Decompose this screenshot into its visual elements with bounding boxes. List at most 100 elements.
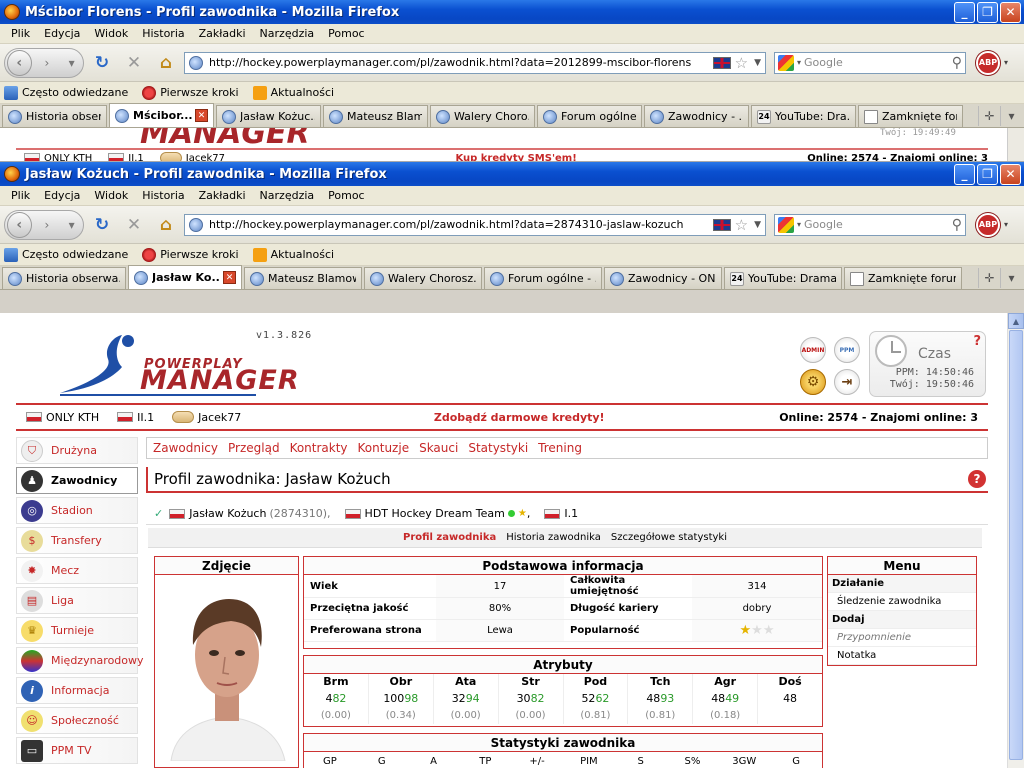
close-button[interactable]: ✕ xyxy=(1000,163,1021,185)
admin-icon[interactable]: ADMIN xyxy=(800,337,826,363)
free-credits-link[interactable]: Zdobądź darmowe kredyty! xyxy=(259,411,779,424)
window-titlebar[interactable]: Jasław Kożuch - Profil zawodnika - Mozil… xyxy=(0,162,1024,186)
url-bar[interactable]: http://hockey.powerplaymanager.com/pl/za… xyxy=(184,213,766,236)
minimize-button[interactable]: _ xyxy=(954,1,975,23)
bg-url-text[interactable]: http://hockey.powerplaymanager.com/pl/za… xyxy=(209,56,709,69)
player-team-link[interactable]: HDT Hockey Dream Team xyxy=(365,507,505,520)
tab[interactable]: Historia obserwa... xyxy=(2,267,126,289)
url-dropdown-icon[interactable]: ▼ xyxy=(754,58,761,68)
sidebar-item-zawodnicy[interactable]: ♟ Zawodnicy xyxy=(16,467,138,494)
adblock-dropdown-icon[interactable]: ▾ xyxy=(1004,58,1008,67)
bg-tab[interactable]: 24 YouTube: Dra... xyxy=(751,105,856,127)
forward-arrow-icon[interactable]: › xyxy=(38,53,57,73)
scroll-thumb[interactable] xyxy=(1009,330,1023,760)
sidebar-item-mecz[interactable]: ✸ Mecz xyxy=(16,557,138,584)
sidebar-item-ppm-tv[interactable]: ▭ PPM TV xyxy=(16,737,138,764)
search-placeholder[interactable]: Google xyxy=(804,56,952,69)
stop-icon[interactable]: ✕ xyxy=(120,49,148,77)
help-icon[interactable]: ? xyxy=(968,470,986,488)
menu-item[interactable]: Zakładki xyxy=(192,27,253,40)
bookmark-item[interactable]: Często odwiedzane xyxy=(4,85,128,100)
player-league-link[interactable]: I.1 xyxy=(564,507,578,520)
sidebar-item-miedzynarodowy[interactable]: Międzynarodowy xyxy=(16,647,144,674)
tab[interactable]: Mateusz Blamow... xyxy=(244,267,362,289)
bookmark-item[interactable]: Pierwsze kroki xyxy=(142,85,239,100)
url-dropdown-icon[interactable]: ▼ xyxy=(754,220,761,230)
bookmark-star-icon[interactable]: ☆ xyxy=(735,54,748,72)
bg-tab[interactable]: Walery Choro... xyxy=(430,105,535,127)
minimize-button[interactable]: _ xyxy=(954,163,975,185)
new-tab-icon[interactable]: ✛ xyxy=(978,106,1000,126)
sidebar-item-stadion[interactable]: ◎ Stadion xyxy=(16,497,138,524)
bg-url-bar[interactable]: http://hockey.powerplaymanager.com/pl/za… xyxy=(184,51,766,74)
tab[interactable]: Zawodnicy - ON... xyxy=(604,267,722,289)
tab-historia-zawodnika[interactable]: Historia zawodnika xyxy=(506,532,601,543)
bookmark-star-icon[interactable]: ☆ xyxy=(735,216,748,234)
logout-door-icon[interactable]: ⇥ xyxy=(834,369,860,395)
forward-arrow-icon[interactable]: › xyxy=(38,215,57,235)
subnav-skauci[interactable]: Skauci xyxy=(419,441,458,455)
sidebar-item-spolecznosc[interactable]: ☺ Społeczność xyxy=(16,707,138,734)
menu-item[interactable]: Historia xyxy=(135,27,191,40)
help-icon[interactable]: ? xyxy=(973,334,981,349)
menu-link-sledzenie[interactable]: Śledzenie zawodnika xyxy=(828,593,976,611)
bg-tab-active[interactable]: Mścibor... ✕ xyxy=(109,103,214,127)
subnav-trening[interactable]: Trening xyxy=(538,441,582,455)
menu-item-widok[interactable]: Widok xyxy=(87,189,135,202)
adblock-dropdown-icon[interactable]: ▾ xyxy=(1004,220,1008,229)
gear-icon[interactable]: ⚙ xyxy=(800,369,826,395)
menu-item[interactable]: Widok xyxy=(87,27,135,40)
sidebar-item-transfery[interactable]: $ Transfery xyxy=(16,527,138,554)
tab-close-icon[interactable]: ✕ xyxy=(223,271,236,284)
bg-window-titlebar[interactable]: Mścibor Florens - Profil zawodnika - Moz… xyxy=(0,0,1024,24)
menu-item[interactable]: Pomoc xyxy=(321,27,371,40)
search-icon[interactable]: ⚲ xyxy=(952,55,962,71)
menu-item-zakladki[interactable]: Zakładki xyxy=(192,189,253,202)
bg-tab[interactable]: Jasław Kożuc... xyxy=(216,105,321,127)
bg-tab[interactable]: Historia obser... xyxy=(2,105,107,127)
bookmark-aktualnosci[interactable]: Aktualności xyxy=(252,247,334,262)
tab[interactable]: Zamknięte forum... xyxy=(844,267,962,289)
maximize-button[interactable]: ❐ xyxy=(977,163,998,185)
tab-profil-zawodnika[interactable]: Profil zawodnika xyxy=(403,532,496,543)
menu-item[interactable]: Edycja xyxy=(37,27,87,40)
maximize-button[interactable]: ❐ xyxy=(977,1,998,23)
bookmark-czesto-odwiedzane[interactable]: Często odwiedzane xyxy=(4,247,128,262)
menu-link-notatka[interactable]: Notatka xyxy=(828,647,976,665)
adblock-icon[interactable]: ABP xyxy=(976,50,1000,75)
search-box[interactable]: ▾ Google ⚲ xyxy=(774,213,966,236)
close-button[interactable]: ✕ xyxy=(1000,1,1021,23)
sidebar-item-informacja[interactable]: i Informacja xyxy=(16,677,138,704)
tab-list-icon[interactable]: ▾ xyxy=(1000,106,1022,126)
new-tab-icon[interactable]: ✛ xyxy=(978,268,1000,288)
menu-item[interactable]: Narzędzia xyxy=(253,27,322,40)
google-icon[interactable] xyxy=(778,54,794,71)
google-icon[interactable] xyxy=(778,216,794,233)
tab[interactable]: Forum ogólne - ... xyxy=(484,267,602,289)
menu-item-pomoc[interactable]: Pomoc xyxy=(321,189,371,202)
search-placeholder[interactable]: Google xyxy=(804,218,952,231)
url-text[interactable]: http://hockey.powerplaymanager.com/pl/za… xyxy=(209,218,709,231)
reload-icon[interactable]: ↻ xyxy=(88,211,116,239)
history-dropdown-icon[interactable]: ▾ xyxy=(62,215,81,235)
search-engine-dropdown-icon[interactable]: ▾ xyxy=(797,220,801,229)
tab-szczegolowe-statystyki[interactable]: Szczegółowe statystyki xyxy=(611,532,727,543)
tab-active[interactable]: Jasław Ko... ✕ xyxy=(128,265,242,289)
bg-search-box[interactable]: ▾ Google ⚲ xyxy=(774,51,966,74)
bg-tab[interactable]: Zamknięte for... xyxy=(858,105,963,127)
menu-item-narzedzia[interactable]: Narzędzia xyxy=(253,189,322,202)
menu-item-plik[interactable]: Plik xyxy=(4,189,37,202)
bookmark-item[interactable]: Aktualności xyxy=(252,85,334,100)
search-icon[interactable]: ⚲ xyxy=(952,217,962,233)
search-engine-dropdown-icon[interactable]: ▾ xyxy=(797,58,801,67)
subnav-kontrakty[interactable]: Kontrakty xyxy=(290,441,348,455)
ppm-icon[interactable]: PPM xyxy=(834,337,860,363)
vertical-scrollbar[interactable]: ▲ xyxy=(1007,313,1024,768)
tab[interactable]: 24YouTube: Drama... xyxy=(724,267,842,289)
menu-item-edycja[interactable]: Edycja xyxy=(37,189,87,202)
reload-icon[interactable]: ↻ xyxy=(88,49,116,77)
subnav-przeglad[interactable]: Przegląd xyxy=(228,441,280,455)
back-arrow-icon[interactable]: ‹ xyxy=(7,211,32,238)
subnav-zawodnicy[interactable]: Zawodnicy xyxy=(153,441,218,455)
stop-icon[interactable]: ✕ xyxy=(120,211,148,239)
